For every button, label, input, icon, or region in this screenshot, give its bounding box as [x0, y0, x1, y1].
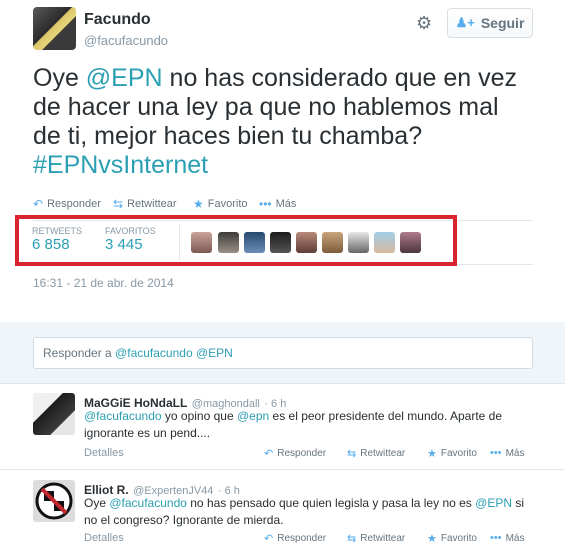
- retweet-icon: ⇆: [347, 448, 357, 460]
- reply-mentions: @facufacundo @EPN: [115, 346, 233, 360]
- reply-text: Oye @facufacundo no has pensado que quie…: [84, 495, 524, 529]
- retweet-label: Retwittear: [360, 448, 406, 459]
- add-user-icon: ♟+: [455, 15, 475, 30]
- mention-link[interactable]: @facufacundo: [84, 409, 162, 423]
- details-link[interactable]: Detalles: [84, 447, 124, 459]
- retweet-icon: ⇆: [347, 533, 357, 545]
- details-link[interactable]: Detalles: [84, 532, 124, 544]
- star-icon: ★: [427, 533, 437, 545]
- tweet-text-part: Oye: [33, 64, 86, 92]
- avatar[interactable]: [33, 393, 75, 435]
- reply-icon: ↶: [33, 197, 44, 211]
- mention-link[interactable]: @EPN: [86, 64, 163, 92]
- more-label: Más: [505, 447, 525, 459]
- tweet-text: Oye @EPN no has considerado que en vez d…: [33, 64, 533, 180]
- reply-label: Responder: [47, 198, 101, 210]
- favorite-label: Favorito: [440, 533, 477, 544]
- reply-action[interactable]: ↶ Responder: [264, 532, 326, 545]
- more-action[interactable]: ••• Más: [490, 447, 524, 459]
- more-icon: •••: [490, 532, 502, 544]
- reply-text-part: Oye: [84, 496, 110, 510]
- hashtag-link[interactable]: #EPNvsInternet: [33, 151, 208, 179]
- author-name[interactable]: Facundo: [84, 11, 151, 29]
- follow-button[interactable]: ♟+ Seguir: [447, 8, 533, 38]
- favorite-action[interactable]: ★ Favorito: [427, 447, 477, 460]
- author-handle[interactable]: @facufacundo: [84, 33, 168, 48]
- more-label: Más: [275, 198, 297, 210]
- retweet-label: Retwittear: [127, 198, 177, 210]
- divider: [0, 469, 565, 470]
- more-icon: •••: [490, 447, 502, 459]
- star-icon: ★: [427, 448, 437, 460]
- reply-label: Responder: [277, 448, 327, 459]
- more-action[interactable]: ••• Más: [259, 197, 296, 211]
- more-icon: •••: [259, 197, 272, 211]
- retweet-action[interactable]: ⇆ Retwittear: [347, 447, 405, 460]
- favorite-action[interactable]: ★ Favorito: [427, 532, 477, 545]
- gear-icon[interactable]: ⚙: [416, 13, 432, 34]
- retweet-action[interactable]: ⇆ Retwittear: [113, 197, 177, 211]
- highlight-box: [15, 215, 457, 266]
- reply-label: Responder: [277, 533, 327, 544]
- author-avatar[interactable]: [33, 7, 76, 50]
- mention-link[interactable]: @facufacundo: [109, 496, 187, 510]
- reply-text-part: yo opino que: [161, 409, 237, 423]
- no-symbol-icon: [33, 480, 75, 522]
- reply-text: @facufacundo yo opino que @epn es el peo…: [84, 408, 539, 442]
- reply-prefix: Responder a: [43, 346, 116, 360]
- follow-label: Seguir: [480, 15, 525, 31]
- avatar[interactable]: [33, 480, 75, 522]
- more-action[interactable]: ••• Más: [490, 532, 524, 544]
- reply-action[interactable]: ↶ Responder: [33, 197, 101, 211]
- tweet-timestamp[interactable]: 16:31 - 21 de abr. de 2014: [33, 276, 174, 290]
- reply-icon: ↶: [264, 533, 274, 545]
- more-label: Más: [505, 532, 525, 544]
- favorite-label: Favorito: [207, 198, 248, 210]
- mention-link[interactable]: @epn: [237, 409, 269, 423]
- reply-input[interactable]: Responder a @facufacundo @EPN: [33, 337, 533, 369]
- favorite-action[interactable]: ★ Favorito: [193, 197, 248, 211]
- favorite-label: Favorito: [440, 448, 477, 459]
- star-icon: ★: [193, 197, 204, 211]
- retweet-icon: ⇆: [113, 197, 124, 211]
- reply-text-part: no has pensado que quien legisla y pasa …: [186, 496, 476, 510]
- divider: [0, 383, 565, 384]
- reply-icon: ↶: [264, 448, 274, 460]
- reply-action[interactable]: ↶ Responder: [264, 447, 326, 460]
- retweet-action[interactable]: ⇆ Retwittear: [347, 532, 405, 545]
- retweet-label: Retwittear: [360, 533, 406, 544]
- mention-link[interactable]: @EPN: [475, 496, 512, 510]
